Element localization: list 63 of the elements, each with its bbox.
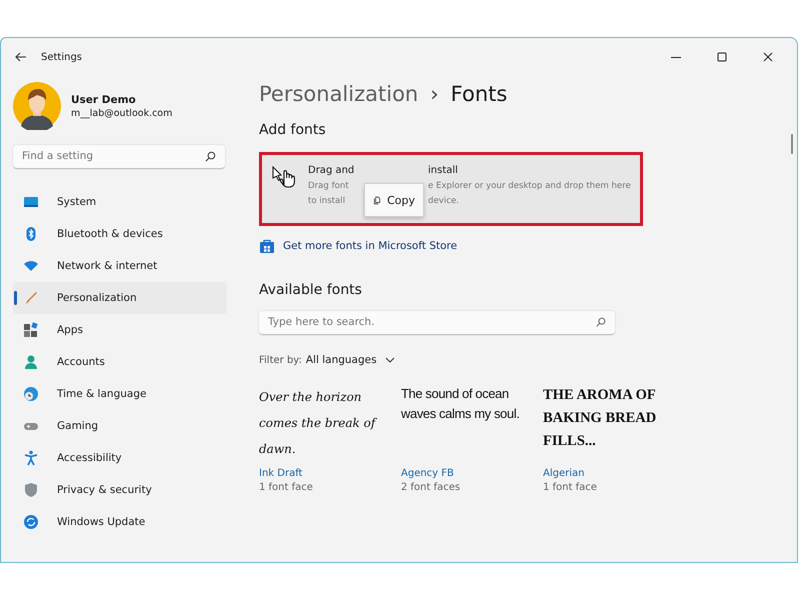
close-icon[interactable] — [763, 52, 773, 62]
avatar — [13, 82, 61, 130]
language-filter-dropdown[interactable]: All languages — [306, 354, 395, 366]
font-card[interactable]: THE AROMA OF BAKING BREAD FILLS... Algerian 1 font face — [543, 384, 673, 493]
drop-zone-title: Drag and — [308, 165, 356, 176]
user-name: User Demo — [71, 94, 137, 106]
font-card[interactable]: Over the horizon comes the break of dawn. Ink Draft 1 font face — [259, 384, 389, 493]
search-field[interactable]: Find a setting — [13, 144, 225, 168]
copy-icon — [373, 194, 382, 206]
font-face-count: 1 font face — [259, 482, 314, 493]
chevron-down-icon — [384, 357, 395, 363]
font-sample: Over the horizon comes the break of dawn. — [259, 389, 378, 458]
nav-item[interactable]: Apps — [13, 314, 227, 346]
nav-item[interactable]: Windows Update — [13, 506, 227, 538]
shield-icon — [23, 482, 39, 498]
drop-zone-description: e Explorer or your desktop and drop them here — [428, 180, 631, 193]
nav-item[interactable]: Accounts — [13, 346, 227, 378]
nav-item[interactable]: Network & internet — [13, 250, 227, 282]
font-name: Agency FB — [401, 468, 455, 479]
person-icon — [23, 354, 39, 370]
section-heading: Add fonts — [259, 122, 327, 138]
drop-zone-description: to install — [308, 195, 346, 208]
font-search-field[interactable]: Type here to search. — [259, 310, 615, 334]
apps-icon — [23, 322, 39, 338]
window-title: Settings — [41, 52, 82, 62]
font-sample: The sound of ocean waves calms my soul. — [401, 385, 520, 423]
nav-item[interactable]: System — [13, 186, 227, 218]
nav-item[interactable]: Accessibility — [13, 442, 227, 474]
font-face-count: 2 font faces — [401, 482, 462, 493]
font-sample: THE AROMA OF BAKING BREAD FILLS... — [543, 386, 658, 451]
font-face-count: 1 font face — [543, 482, 598, 493]
search-icon — [596, 317, 606, 327]
nav-item[interactable]: Privacy & security — [13, 474, 227, 506]
nav-item[interactable]: Personalization — [13, 282, 227, 314]
user-email: m__lab@outlook.com — [71, 108, 172, 118]
sync-icon — [23, 514, 39, 530]
nav-item[interactable]: Time & language — [13, 378, 227, 410]
hand-cursor-icon — [272, 165, 298, 189]
store-link[interactable]: Get more fonts in Microsoft Store — [283, 240, 458, 252]
filter-label: Filter by: — [259, 354, 302, 366]
maximize-icon[interactable] — [717, 52, 727, 62]
wifi-icon — [23, 258, 39, 274]
page-title: Fonts — [450, 82, 508, 106]
nav-item[interactable]: Bluetooth & devices — [13, 218, 227, 250]
nav-item[interactable]: Gaming — [13, 410, 227, 442]
drop-zone-description: device. — [428, 195, 460, 208]
drop-zone-description: Drag font — [308, 180, 350, 193]
monitor-icon — [23, 194, 39, 210]
font-name: Algerian — [543, 468, 586, 479]
font-card[interactable]: The sound of ocean waves calms my soul. Agency FB 2 font faces — [401, 384, 531, 493]
breadcrumb-separator: › — [430, 82, 439, 106]
clock-globe-icon — [23, 386, 39, 402]
tooltip-text: Copy — [387, 194, 415, 206]
brush-icon — [23, 290, 39, 306]
search-icon — [205, 151, 216, 162]
drop-zone-title: install — [428, 165, 459, 176]
scrollbar-thumb[interactable] — [791, 134, 793, 154]
store-bag-icon — [259, 238, 275, 254]
back-icon[interactable] — [15, 52, 27, 62]
breadcrumb-link[interactable]: Personalization — [259, 82, 418, 106]
section-heading: Available fonts — [259, 282, 363, 298]
accessibility-icon — [23, 450, 39, 466]
font-name: Ink Draft — [259, 468, 304, 479]
